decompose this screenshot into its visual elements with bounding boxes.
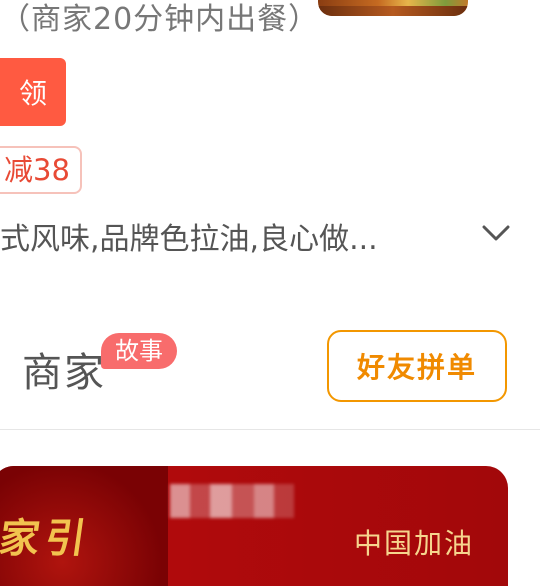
banner-art-text: 家引	[0, 516, 95, 562]
banner-caption: 中国加油	[354, 527, 475, 560]
promo-banner[interactable]: 家引 中国加油	[0, 466, 508, 586]
chevron-down-icon[interactable]	[478, 218, 514, 248]
prep-time-note: （商家20分钟内出餐）	[0, 2, 320, 37]
food-image[interactable]	[318, 0, 468, 16]
discount-tag: 减38	[0, 146, 82, 194]
banner-blurred-text	[170, 484, 294, 518]
divider	[0, 429, 540, 430]
store-description: 式风味,品牌色拉油,良心做...	[0, 222, 378, 257]
merchant-story-title[interactable]: 商家	[22, 340, 106, 398]
claim-coupon-label: 领	[18, 77, 47, 110]
story-badge: 故事	[101, 333, 177, 369]
group-order-button[interactable]: 好友拼单	[327, 330, 507, 402]
banner-artwork: 家引	[0, 466, 168, 586]
claim-coupon-button[interactable]: 领	[0, 58, 66, 126]
